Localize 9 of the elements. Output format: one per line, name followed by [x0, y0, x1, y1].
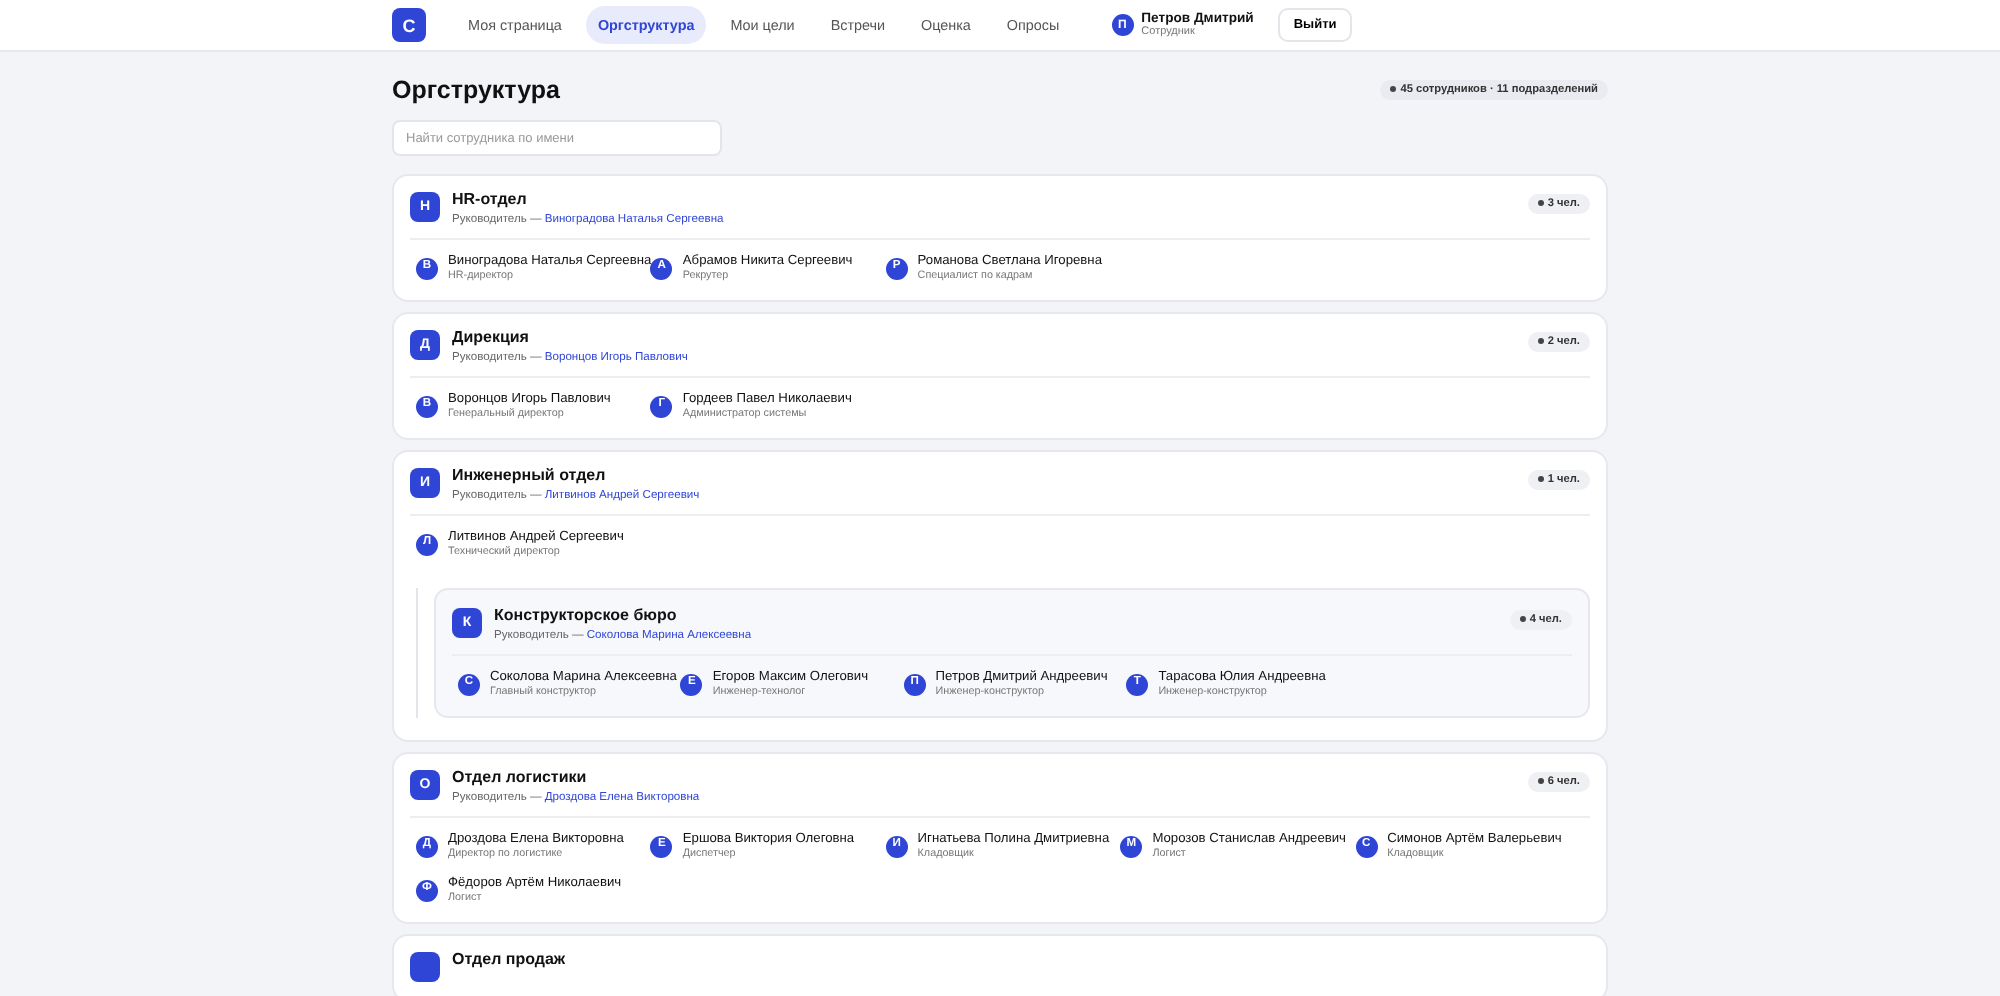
department-icon [410, 952, 440, 982]
page-title: Оргструктура [392, 76, 560, 104]
department-title: HR-отдел [452, 190, 529, 208]
department-title: Отдел продаж [452, 950, 568, 968]
department-title: Инженерный отдел [452, 466, 608, 484]
department-title: Конструкторское бюро [494, 606, 679, 624]
department-title: Отдел логистики [452, 768, 589, 786]
logo[interactable]: С [392, 8, 426, 42]
department-title: Дирекция [452, 328, 531, 346]
